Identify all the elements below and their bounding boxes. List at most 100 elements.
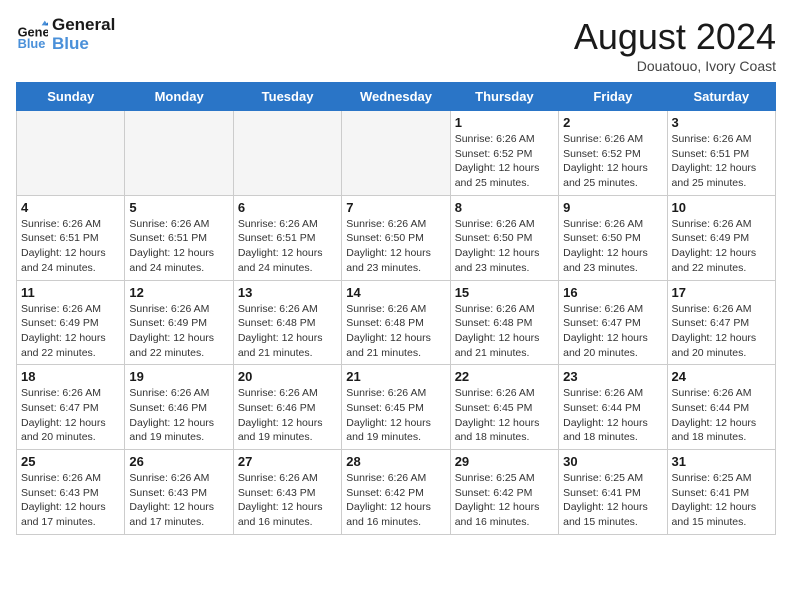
calendar-cell: 24 Sunrise: 6:26 AM Sunset: 6:44 PM Dayli… [667,365,775,450]
day-number: 8 [455,200,554,215]
day-info: Sunrise: 6:26 AM Sunset: 6:49 PM Dayligh… [129,302,228,361]
day-number: 3 [672,115,771,130]
calendar-cell: 26 Sunrise: 6:26 AM Sunset: 6:43 PM Dayli… [125,450,233,535]
day-number: 23 [563,369,662,384]
calendar-cell: 23 Sunrise: 6:26 AM Sunset: 6:44 PM Dayli… [559,365,667,450]
day-number: 5 [129,200,228,215]
day-number: 11 [21,285,120,300]
day-info: Sunrise: 6:26 AM Sunset: 6:51 PM Dayligh… [672,132,771,191]
weekday-header-sunday: Sunday [17,83,125,111]
calendar-cell: 18Sunrise: 6:26 AM Sunset: 6:47 PM Dayli… [17,365,125,450]
logo-general: General [52,16,115,35]
logo: General Blue General Blue [16,16,115,53]
svg-text:Blue: Blue [18,35,46,50]
day-number: 15 [455,285,554,300]
calendar-cell: 14Sunrise: 6:26 AM Sunset: 6:48 PM Dayli… [342,280,450,365]
calendar-cell: 4Sunrise: 6:26 AM Sunset: 6:51 PM Daylig… [17,195,125,280]
day-number: 31 [672,454,771,469]
day-info: Sunrise: 6:26 AM Sunset: 6:44 PM Dayligh… [563,386,662,445]
logo-blue: Blue [52,35,115,54]
day-number: 2 [563,115,662,130]
day-number: 1 [455,115,554,130]
week-row-3: 11 Sunrise: 6:26 AM Sunset: 6:49 PM Dayli… [17,280,776,365]
day-info: Sunrise: 6:26 AM Sunset: 6:45 PM Dayligh… [346,386,445,445]
day-info: Sunrise: 6:26 AM Sunset: 6:47 PM Dayligh… [21,386,120,445]
calendar-cell: 2 Sunrise: 6:26 AM Sunset: 6:52 PM Daylig… [559,111,667,196]
month-title: August 2024 [574,16,776,58]
day-number: 30 [563,454,662,469]
day-info: Sunrise: 6:25 AM Sunset: 6:42 PM Dayligh… [455,471,554,530]
day-info: Sunrise: 6:26 AM Sunset: 6:50 PM Dayligh… [455,217,554,276]
day-info: Sunrise: 6:26 AM Sunset: 6:44 PM Dayligh… [672,386,771,445]
weekday-header-friday: Friday [559,83,667,111]
calendar-cell: 15Sunrise: 6:26 AM Sunset: 6:48 PM Dayli… [450,280,558,365]
calendar-cell: 29 Sunrise: 6:25 AM Sunset: 6:42 PM Dayli… [450,450,558,535]
week-row-5: 25 Sunrise: 6:26 AM Sunset: 6:43 PM Dayli… [17,450,776,535]
day-info: Sunrise: 6:26 AM Sunset: 6:42 PM Dayligh… [346,471,445,530]
calendar-cell [342,111,450,196]
day-number: 25 [21,454,120,469]
day-info: Sunrise: 6:26 AM Sunset: 6:49 PM Dayligh… [672,217,771,276]
day-info: Sunrise: 6:26 AM Sunset: 6:46 PM Dayligh… [238,386,337,445]
day-number: 4 [21,200,120,215]
day-number: 28 [346,454,445,469]
day-number: 26 [129,454,228,469]
day-number: 22 [455,369,554,384]
calendar-cell: 21 Sunrise: 6:26 AM Sunset: 6:45 PM Dayli… [342,365,450,450]
day-number: 27 [238,454,337,469]
calendar-cell: 10 Sunrise: 6:26 AM Sunset: 6:49 PM Dayli… [667,195,775,280]
calendar-cell: 22Sunrise: 6:26 AM Sunset: 6:45 PM Dayli… [450,365,558,450]
day-number: 19 [129,369,228,384]
day-info: Sunrise: 6:26 AM Sunset: 6:52 PM Dayligh… [563,132,662,191]
week-row-4: 18Sunrise: 6:26 AM Sunset: 6:47 PM Dayli… [17,365,776,450]
day-info: Sunrise: 6:26 AM Sunset: 6:48 PM Dayligh… [346,302,445,361]
weekday-header-saturday: Saturday [667,83,775,111]
day-info: Sunrise: 6:26 AM Sunset: 6:43 PM Dayligh… [21,471,120,530]
calendar-cell: 25 Sunrise: 6:26 AM Sunset: 6:43 PM Dayli… [17,450,125,535]
calendar-cell: 20Sunrise: 6:26 AM Sunset: 6:46 PM Dayli… [233,365,341,450]
weekday-header-tuesday: Tuesday [233,83,341,111]
calendar-cell: 13 Sunrise: 6:26 AM Sunset: 6:48 PM Dayli… [233,280,341,365]
calendar-cell: 1 Sunrise: 6:26 AM Sunset: 6:52 PM Daylig… [450,111,558,196]
day-number: 17 [672,285,771,300]
calendar-cell: 19Sunrise: 6:26 AM Sunset: 6:46 PM Dayli… [125,365,233,450]
weekday-header-thursday: Thursday [450,83,558,111]
day-info: Sunrise: 6:26 AM Sunset: 6:43 PM Dayligh… [238,471,337,530]
week-row-2: 4 Sunrise: 6:26 AM Sunset: 6:51 PM Daylig… [17,195,776,280]
day-info: Sunrise: 6:26 AM Sunset: 6:47 PM Dayligh… [672,302,771,361]
weekday-header-wednesday: Wednesday [342,83,450,111]
week-row-1: 1 Sunrise: 6:26 AM Sunset: 6:52 PM Daylig… [17,111,776,196]
day-info: Sunrise: 6:25 AM Sunset: 6:41 PM Dayligh… [672,471,771,530]
logo-icon: General Blue [16,19,48,51]
day-number: 24 [672,369,771,384]
calendar-cell: 8 Sunrise: 6:26 AM Sunset: 6:50 PM Daylig… [450,195,558,280]
day-number: 9 [563,200,662,215]
calendar-cell: 27 Sunrise: 6:26 AM Sunset: 6:43 PM Dayli… [233,450,341,535]
calendar-cell: 11 Sunrise: 6:26 AM Sunset: 6:49 PM Dayli… [17,280,125,365]
day-info: Sunrise: 6:26 AM Sunset: 6:52 PM Dayligh… [455,132,554,191]
day-info: Sunrise: 6:26 AM Sunset: 6:48 PM Dayligh… [238,302,337,361]
day-number: 29 [455,454,554,469]
calendar-cell: 6 Sunrise: 6:26 AM Sunset: 6:51 PM Daylig… [233,195,341,280]
calendar-cell: 5 Sunrise: 6:26 AM Sunset: 6:51 PM Daylig… [125,195,233,280]
title-area: August 2024 Douatouo, Ivory Coast [574,16,776,74]
calendar-cell [125,111,233,196]
day-info: Sunrise: 6:26 AM Sunset: 6:51 PM Dayligh… [238,217,337,276]
day-info: Sunrise: 6:26 AM Sunset: 6:43 PM Dayligh… [129,471,228,530]
day-info: Sunrise: 6:26 AM Sunset: 6:50 PM Dayligh… [563,217,662,276]
day-info: Sunrise: 6:26 AM Sunset: 6:51 PM Dayligh… [129,217,228,276]
day-info: Sunrise: 6:26 AM Sunset: 6:49 PM Dayligh… [21,302,120,361]
page-header: General Blue General Blue August 2024 Do… [16,16,776,74]
calendar-cell: 9 Sunrise: 6:26 AM Sunset: 6:50 PM Daylig… [559,195,667,280]
calendar-cell [233,111,341,196]
day-number: 13 [238,285,337,300]
day-info: Sunrise: 6:25 AM Sunset: 6:41 PM Dayligh… [563,471,662,530]
day-number: 12 [129,285,228,300]
weekday-header-monday: Monday [125,83,233,111]
calendar-cell: 17 Sunrise: 6:26 AM Sunset: 6:47 PM Dayli… [667,280,775,365]
day-number: 6 [238,200,337,215]
calendar-cell: 16Sunrise: 6:26 AM Sunset: 6:47 PM Dayli… [559,280,667,365]
day-number: 10 [672,200,771,215]
day-number: 16 [563,285,662,300]
day-number: 21 [346,369,445,384]
